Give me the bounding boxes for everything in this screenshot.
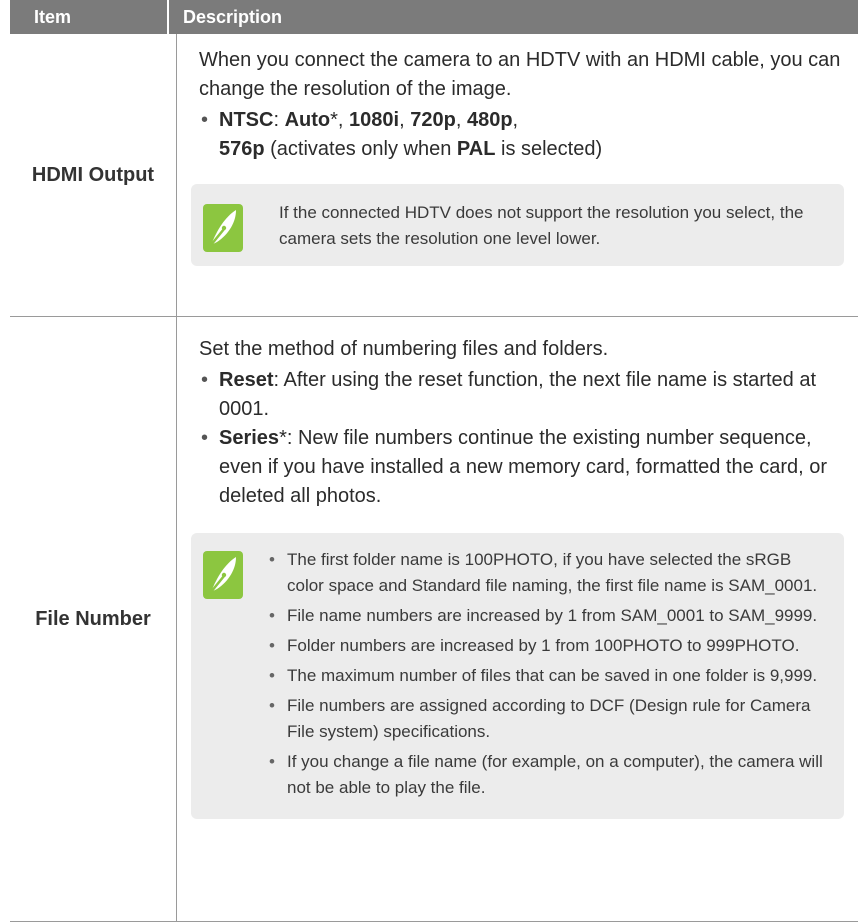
description-file-number: Set the method of numbering files and fo… xyxy=(177,317,858,921)
file-number-bullets: Reset: After using the reset function, t… xyxy=(199,366,844,511)
list-item: Folder numbers are increased by 1 from 1… xyxy=(269,633,830,659)
header-item: Item xyxy=(34,7,72,27)
list-item: Reset: After using the reset function, t… xyxy=(199,366,844,424)
list-item: NTSC: Auto*, 1080i, 720p, 480p,576p (act… xyxy=(199,106,844,164)
list-item: File numbers are assigned according to D… xyxy=(269,693,830,745)
table-header: Item Description xyxy=(10,0,858,34)
header-description: Description xyxy=(167,0,858,34)
file-number-intro: Set the method of numbering files and fo… xyxy=(199,338,609,360)
table-row-file-number: File Number Set the method of numbering … xyxy=(10,317,858,922)
note-box: If the connected HDTV does not support t… xyxy=(191,184,844,266)
hdmi-intro: When you connect the camera to an HDTV w… xyxy=(199,49,841,100)
item-hdmi-output: HDMI Output xyxy=(10,34,177,316)
note-pen-icon xyxy=(203,551,243,599)
item-file-number: File Number xyxy=(10,317,177,921)
note-list: The first folder name is 100PHOTO, if yo… xyxy=(269,547,830,805)
list-item: If you change a file name (for example, … xyxy=(269,749,830,801)
hdmi-bullets: NTSC: Auto*, 1080i, 720p, 480p,576p (act… xyxy=(199,106,844,164)
note-box: The first folder name is 100PHOTO, if yo… xyxy=(191,533,844,819)
settings-table: Item Description HDMI Output When you co… xyxy=(10,0,858,922)
description-hdmi-output: When you connect the camera to an HDTV w… xyxy=(177,34,858,316)
list-item: Series*: New file numbers continue the e… xyxy=(199,424,844,511)
list-item: The maximum number of files that can be … xyxy=(269,663,830,689)
note-pen-icon xyxy=(203,204,243,252)
list-item: File name numbers are increased by 1 fro… xyxy=(269,603,830,629)
list-item: The first folder name is 100PHOTO, if yo… xyxy=(269,547,830,599)
note-text: If the connected HDTV does not support t… xyxy=(279,203,804,248)
table-row-hdmi-output: HDMI Output When you connect the camera … xyxy=(10,34,858,317)
